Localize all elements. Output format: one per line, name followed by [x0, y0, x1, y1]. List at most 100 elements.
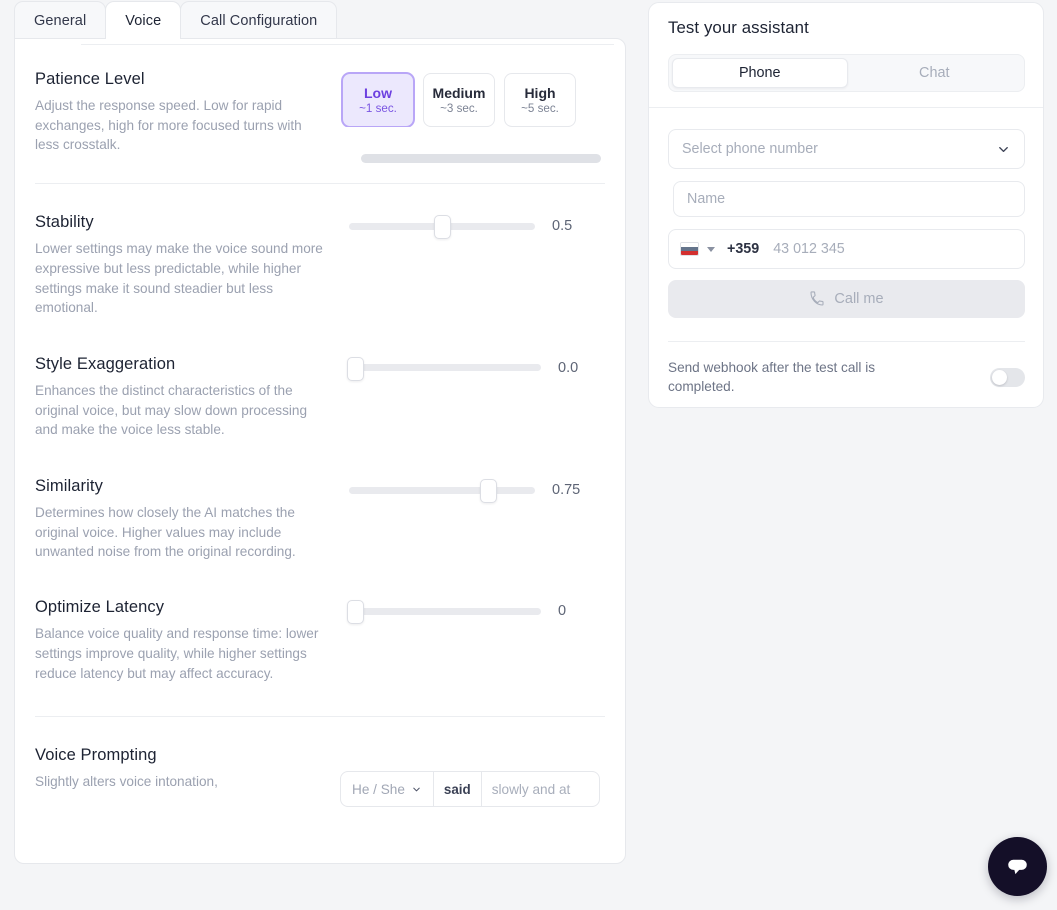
style-exaggeration-slider[interactable]: 0.0	[340, 356, 588, 381]
setting-voice-prompting-description: Slightly alters voice intonation,	[35, 774, 218, 790]
setting-voice-prompting: Voice Prompting Slightly alters voice in…	[35, 717, 605, 808]
patience-option-high-label: High	[524, 85, 556, 101]
name-input-placeholder: Name	[687, 191, 726, 207]
patience-options-scrollbar[interactable]	[361, 154, 615, 163]
voice-prompting-verb: said	[432, 772, 482, 807]
setting-optimize-latency-control: 0	[340, 598, 605, 625]
voice-settings-card: Patience Level Adjust the response speed…	[14, 38, 626, 864]
style-exaggeration-slider-track[interactable]	[347, 356, 541, 381]
voice-prompting-manner-input[interactable]: slowly and at	[482, 772, 599, 806]
chevron-down-icon	[999, 146, 1008, 152]
call-me-button[interactable]: Call me	[668, 280, 1025, 318]
patience-option-high[interactable]: High ~5 sec.	[504, 73, 576, 127]
test-assistant-title: Test your assistant	[668, 18, 809, 37]
webhook-toggle[interactable]	[990, 367, 1025, 387]
similarity-slider-value: 0.75	[552, 482, 581, 499]
settings-tabs: General Voice Call Configuration	[14, 0, 338, 39]
test-mode-phone-label: Phone	[738, 65, 781, 81]
setting-style-exaggeration-description: Enhances the distinct characteristics of…	[35, 382, 308, 438]
patience-option-low-sub: ~1 sec.	[359, 102, 397, 115]
setting-patience-level: Patience Level Adjust the response speed…	[35, 39, 605, 155]
setting-patience-level-title: Patience Level	[35, 70, 145, 88]
patience-option-low-label: Low	[364, 85, 392, 101]
patience-option-medium-label: Medium	[432, 85, 486, 101]
call-me-button-label: Call me	[834, 291, 884, 307]
chat-widget-button[interactable]	[988, 837, 1047, 896]
setting-patience-level-text: Patience Level Adjust the response speed…	[35, 70, 340, 155]
setting-similarity: Similarity Determines how closely the AI…	[35, 440, 605, 562]
voice-settings-column: General Voice Call Configuration Patienc…	[0, 0, 640, 910]
setting-optimize-latency-title: Optimize Latency	[35, 598, 165, 617]
phone-number-placeholder: 43 012 345	[773, 241, 845, 257]
phone-number-select-placeholder: Select phone number	[682, 141, 818, 157]
setting-similarity-control: 0.75	[340, 477, 605, 504]
optimize-latency-slider-track[interactable]	[347, 600, 541, 625]
setting-voice-prompting-title: Voice Prompting	[35, 746, 157, 765]
tab-general-label: General	[34, 12, 87, 29]
optimize-latency-slider-value: 0	[558, 603, 567, 620]
stability-slider[interactable]: 0.5	[340, 215, 582, 240]
patience-options: Low ~1 sec. Medium ~3 sec. High ~5 sec.	[340, 71, 602, 127]
patience-option-medium-sub: ~3 sec.	[440, 102, 478, 115]
optimize-latency-slider-thumb[interactable]	[347, 600, 364, 625]
setting-optimize-latency-description: Balance voice quality and response time:…	[35, 626, 319, 681]
similarity-slider-track[interactable]	[349, 479, 535, 504]
setting-style-exaggeration-text: Style Exaggeration Enhances the distinct…	[35, 355, 340, 440]
setting-style-exaggeration-title: Style Exaggeration	[35, 354, 176, 373]
test-assistant-card: Test your assistant Phone Chat Select ph…	[648, 2, 1044, 408]
setting-stability-text: Stability Lower settings may make the vo…	[35, 213, 340, 318]
phone-number-input[interactable]: +359 43 012 345	[668, 229, 1025, 269]
stability-slider-value: 0.5	[552, 218, 573, 235]
setting-stability-control: 0.5	[340, 213, 605, 240]
setting-style-exaggeration-control: 0.0	[340, 355, 605, 381]
patience-options-viewport: Low ~1 sec. Medium ~3 sec. High ~5 sec.	[340, 71, 602, 127]
style-exaggeration-slider-value: 0.0	[558, 359, 579, 376]
test-mode-phone[interactable]: Phone	[672, 58, 848, 88]
setting-style-exaggeration: Style Exaggeration Enhances the distinct…	[35, 318, 605, 440]
setting-stability-title: Stability	[35, 213, 94, 232]
voice-prompting-controls: He / She said slowly and at	[340, 771, 600, 808]
tab-call-configuration-label: Call Configuration	[200, 12, 318, 29]
tab-voice[interactable]: Voice	[105, 1, 182, 39]
setting-optimize-latency: Optimize Latency Balance voice quality a…	[35, 562, 605, 683]
country-flag-icon	[680, 242, 699, 256]
dial-code: +359	[727, 241, 760, 257]
webhook-row: Send webhook after the test call is comp…	[668, 358, 1025, 396]
setting-voice-prompting-control: He / She said slowly and at	[340, 746, 605, 808]
country-select-caret-icon[interactable]	[707, 246, 715, 252]
test-mode-chat[interactable]: Chat	[848, 58, 1022, 88]
setting-similarity-title: Similarity	[35, 477, 103, 496]
test-card-divider-top	[649, 107, 1043, 108]
setting-stability-description: Lower settings may make the voice sound …	[35, 241, 323, 316]
setting-similarity-text: Similarity Determines how closely the AI…	[35, 477, 340, 562]
patience-option-high-sub: ~5 sec.	[521, 102, 559, 115]
patience-option-low[interactable]: Low ~1 sec.	[342, 73, 414, 127]
test-mode-chat-label: Chat	[919, 65, 950, 81]
stability-slider-thumb[interactable]	[434, 215, 451, 240]
optimize-latency-slider[interactable]: 0	[340, 600, 588, 625]
chevron-down-icon	[413, 787, 420, 792]
phone-number-select[interactable]: Select phone number	[668, 129, 1025, 169]
style-exaggeration-slider-thumb[interactable]	[347, 356, 364, 381]
test-card-divider-bottom	[668, 341, 1025, 342]
setting-similarity-description: Determines how closely the AI matches th…	[35, 505, 296, 560]
similarity-slider-thumb[interactable]	[480, 479, 497, 504]
test-mode-toggle: Phone Chat	[668, 54, 1025, 92]
tab-general[interactable]: General	[14, 1, 107, 39]
setting-patience-level-control: Low ~1 sec. Medium ~3 sec. High ~5 sec.	[340, 70, 605, 127]
setting-patience-level-description: Adjust the response speed. Low for rapid…	[35, 98, 302, 153]
voice-prompting-subject-select[interactable]: He / She	[341, 772, 433, 806]
similarity-slider[interactable]: 0.75	[340, 479, 582, 504]
webhook-toggle-knob	[992, 369, 1007, 385]
phone-icon	[810, 291, 824, 306]
tab-call-configuration[interactable]: Call Configuration	[180, 1, 338, 39]
name-input[interactable]: Name	[673, 181, 1025, 217]
setting-stability: Stability Lower settings may make the vo…	[35, 184, 605, 318]
patience-options-scrollbar-thumb[interactable]	[361, 154, 601, 163]
setting-voice-prompting-text: Voice Prompting Slightly alters voice in…	[35, 746, 340, 792]
stability-slider-track[interactable]	[349, 215, 535, 240]
webhook-label: Send webhook after the test call is comp…	[668, 360, 876, 394]
tab-voice-label: Voice	[125, 12, 162, 29]
patience-option-medium[interactable]: Medium ~3 sec.	[423, 73, 495, 127]
setting-optimize-latency-text: Optimize Latency Balance voice quality a…	[35, 598, 340, 683]
